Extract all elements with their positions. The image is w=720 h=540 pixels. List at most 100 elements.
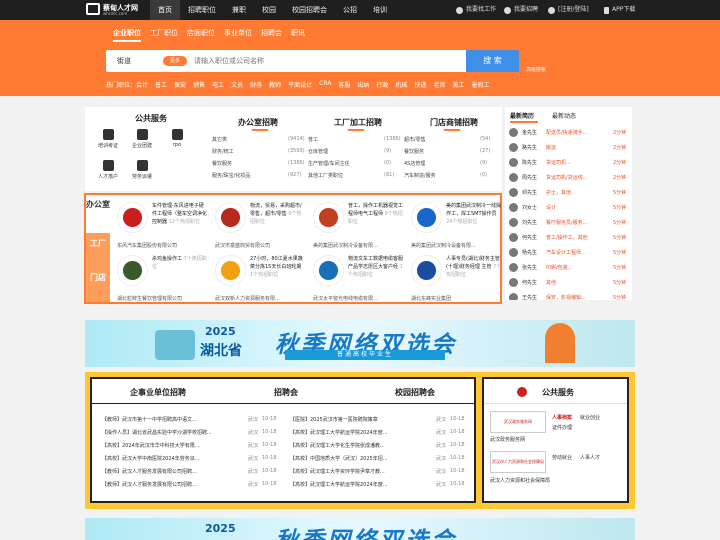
hot-job-link[interactable]: 保安 xyxy=(174,80,186,89)
resume-item[interactable]: 周先生 货运司机/货运线... 2分钟 xyxy=(509,171,632,186)
hr-bureau-logo[interactable]: 武汉市人力资源和社会保障局 xyxy=(490,451,546,473)
category-row[interactable]: 超市/零售 (54) xyxy=(404,136,496,143)
category-tab[interactable]: 职讯 xyxy=(291,28,305,42)
resume-item[interactable]: 何先生 其他 5分钟 xyxy=(509,276,632,291)
resume-item[interactable]: 金先生 配送员/快递骑手... 2分钟 xyxy=(509,126,632,141)
search-button[interactable]: 搜 索 xyxy=(466,50,519,72)
tab-recent-resumes[interactable]: 最新简历 xyxy=(510,111,534,120)
company-card[interactable]: 27小时，80江夏水果蔬菜分拣15天长白班轮期 1个热招职位 武汉双新人力资源服务… xyxy=(210,250,308,305)
service-dispatch[interactable]: 劳务派遣 xyxy=(122,160,162,180)
tab-campus-fair[interactable]: 校园招聘会 xyxy=(395,387,435,398)
job-row[interactable]: 【高校】武汉理工大学资环学院尹章才教... 武汉 10-18 xyxy=(290,468,470,475)
hot-job-link[interactable]: 机械 xyxy=(395,80,407,89)
hot-job-link[interactable]: 客服 xyxy=(338,80,350,89)
job-row[interactable]: 【高校】武汉大学中南医院2024年劳务派... 武汉 10-18 xyxy=(102,455,282,462)
hot-job-link[interactable]: 平面设计 xyxy=(288,80,312,89)
column-title[interactable]: 办公室招聘 xyxy=(238,117,278,128)
nav-item[interactable]: 招聘职位 xyxy=(180,0,224,20)
nav-item[interactable]: 校园 xyxy=(254,0,284,20)
archive-link[interactable]: 人事档案 xyxy=(552,414,572,421)
side-tab-office[interactable]: 办公室 xyxy=(86,195,110,233)
side-tab-factory[interactable]: 工厂 xyxy=(86,233,110,267)
talent-link[interactable]: 人事人才 xyxy=(580,454,600,461)
hot-job-link[interactable]: 美工 xyxy=(452,80,464,89)
resume-item[interactable]: 刘女士 设计 5分钟 xyxy=(509,201,632,216)
certificate-link[interactable]: 证件办理 xyxy=(552,424,572,431)
job-row[interactable]: 【高校】中国地质大学（武汉）2025年招... 武汉 10-18 xyxy=(290,455,470,462)
hot-job-link[interactable]: CRA xyxy=(319,80,331,89)
hot-job-link[interactable]: 老师 xyxy=(433,80,445,89)
resume-item[interactable]: 王先生 保安，影视编辑... 5分钟 xyxy=(509,291,632,300)
find-job-link[interactable]: 我要找工作 xyxy=(456,0,496,20)
resume-item[interactable]: 陈先生 货运司机... 2分钟 xyxy=(509,156,632,171)
login-link[interactable]: [注册/登陆] xyxy=(548,0,589,20)
labor-link[interactable]: 劳动就业 xyxy=(552,454,572,461)
company-card[interactable]: 普工，操作工机器视觉工程师电气工程师 9个热招职位 美的集团武汉制冷设备有限... xyxy=(308,197,406,252)
autumn-fair-banner-2[interactable]: 2025 秋季网络双选会 xyxy=(85,518,635,540)
column-title[interactable]: 门店商铺招聘 xyxy=(430,117,478,128)
resume-item[interactable]: 张先生 印刷/包装... 5分钟 xyxy=(509,261,632,276)
autumn-fair-banner[interactable]: 2025 湖北省 秋季网络双选会 普通高校毕业生 xyxy=(85,320,635,367)
nav-item[interactable]: 兼职 xyxy=(224,0,254,20)
category-row[interactable]: 生产管理/车间主任 (0) xyxy=(308,160,400,167)
side-tab-store[interactable]: 门店 xyxy=(86,267,110,302)
category-row[interactable]: 4S店管理 (9) xyxy=(404,160,496,167)
site-logo[interactable]: 蔡甸人才网 whcdrc.com xyxy=(86,3,146,17)
company-card[interactable]: 车件管理-东风进电子硬件工程师（整车空调净化控制器 12个热招职位 东风汽车集团股… xyxy=(112,197,210,252)
category-row[interactable]: 汽车制造/服务 (0) xyxy=(404,172,496,179)
hot-job-link[interactable]: 快递 xyxy=(414,80,426,89)
category-row[interactable]: 仓库管理 (9) xyxy=(308,148,400,155)
advanced-search-link[interactable]: 高级搜索 xyxy=(526,66,546,73)
category-tab[interactable]: 招聘会 xyxy=(261,28,282,42)
nav-item[interactable]: 校园招聘会 xyxy=(284,0,335,20)
gov-service-logo[interactable]: 武汉政务服务网 xyxy=(490,411,546,433)
category-row[interactable]: 餐饮服务 (27) xyxy=(404,148,496,155)
hot-job-link[interactable]: 暑假工 xyxy=(471,80,489,89)
employment-link[interactable]: 就业创业 xyxy=(580,414,600,421)
tab-job-fair[interactable]: 招聘会 xyxy=(274,387,298,398)
category-tab[interactable]: 企业职位 xyxy=(113,28,141,42)
service-team[interactable]: 企业团建 xyxy=(122,129,162,149)
category-tab[interactable]: 店面职位 xyxy=(187,28,215,42)
job-row[interactable]: 【操作人员】湖北省武昌实验中学沙湖学校招聘... 武汉 10-18 xyxy=(102,429,282,436)
tab-institution-jobs[interactable]: 企事业单位招聘 xyxy=(130,387,186,398)
hot-job-link[interactable]: 教师 xyxy=(269,80,281,89)
hot-job-link[interactable]: 普工 xyxy=(155,80,167,89)
hire-link[interactable]: 我要招聘 xyxy=(504,0,538,20)
category-tab[interactable]: 工厂职位 xyxy=(150,28,178,42)
column-title[interactable]: 工厂加工招聘 xyxy=(334,117,382,128)
resume-item[interactable]: 何先生 普工/操作工，其他 5分钟 xyxy=(509,231,632,246)
nav-item[interactable]: 公招 xyxy=(335,0,365,20)
job-row[interactable]: 【医院】2025武汉市第一医院聘院策章 武汉 10-18 xyxy=(290,416,470,423)
search-input[interactable] xyxy=(194,50,459,72)
job-row[interactable]: 【高校】2024年武汉市华中科技大学有限... 武汉 10-18 xyxy=(102,442,282,449)
job-row[interactable]: 【教师】武汉人才服务发展有限公司招聘... 武汉 10-18 xyxy=(102,481,282,488)
resume-item[interactable]: 刘先生 餐厅服务员/服务... 5分钟 xyxy=(509,216,632,231)
job-row[interactable]: 【教师】武汉市第十一中学招聘高中语文... 武汉 10-18 xyxy=(102,416,282,423)
company-card[interactable]: 杀鸡鱼操作工 7个热招职位 湖北粒鲜生餐饮管理有限公司 xyxy=(112,250,210,305)
nav-item[interactable]: 首页 xyxy=(150,0,180,20)
category-row[interactable]: 其他工厂类职位 (81) xyxy=(308,172,400,179)
job-row[interactable]: 【高校】武汉理工大学航运学院2024年度... 武汉 10-18 xyxy=(290,481,470,488)
tab-recent-news[interactable]: 最新动态 xyxy=(552,111,576,120)
more-pill[interactable]: 更多 xyxy=(163,56,187,66)
job-row[interactable]: 【高校】武汉理工大学航运学院2024年度... 武汉 10-18 xyxy=(290,429,470,436)
category-row[interactable]: 财务/统工 (3593) xyxy=(212,148,305,155)
app-download-link[interactable]: APP下载 xyxy=(604,0,635,20)
city-select[interactable]: 街道 xyxy=(117,50,131,72)
service-rpo[interactable]: rpo xyxy=(157,129,197,148)
hot-job-link[interactable]: 销售 xyxy=(193,80,205,89)
hot-job-link[interactable]: 文员 xyxy=(231,80,243,89)
company-card[interactable]: 人事专员(湖北)财务主管(十堰)财务经理 主管 7个热招职位 湖北东峰实业集团 xyxy=(406,250,504,305)
category-tab[interactable]: 事业单位 xyxy=(224,28,252,42)
category-row[interactable]: 餐饮服务 (1386) xyxy=(212,160,305,167)
hot-job-link[interactable]: 出纳 xyxy=(357,80,369,89)
hot-job-link[interactable]: 行政 xyxy=(376,80,388,89)
resume-item[interactable]: 邓先生 护士，其他 5分钟 xyxy=(509,186,632,201)
nav-item[interactable]: 培训 xyxy=(365,0,395,20)
resume-item[interactable]: 路先生 搬运 2分钟 xyxy=(509,141,632,156)
category-row[interactable]: 其它类 (9414) xyxy=(212,136,305,143)
job-row[interactable]: 【高校】武汉理工大学化生学院张成潘教... 武汉 10-18 xyxy=(290,442,470,449)
company-card[interactable]: 美的集团武汉制冷一线操作工，焊工SMT操作员 24个热招职位 美的集团武汉制冷设备… xyxy=(406,197,504,252)
job-row[interactable]: 【教师】武汉人才服务发展有限公司招聘... 武汉 10-18 xyxy=(102,468,282,475)
